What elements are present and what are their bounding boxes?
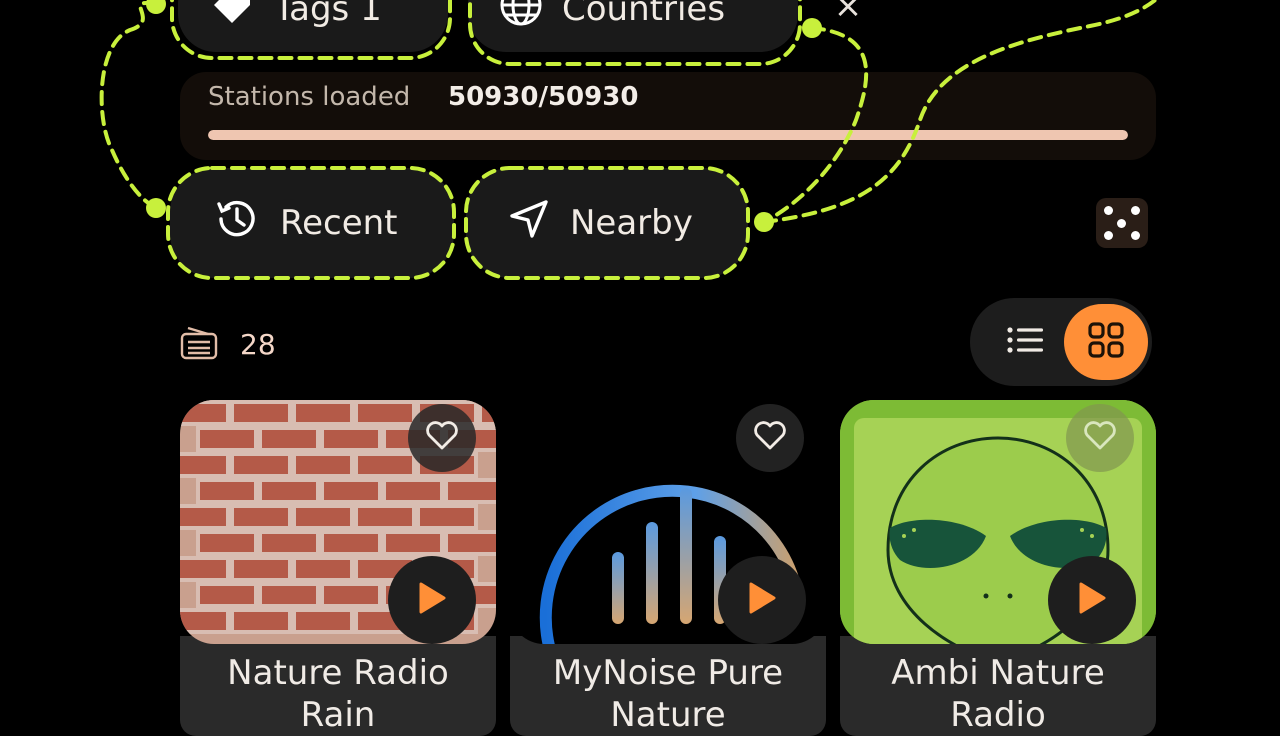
- play-icon: [1077, 581, 1107, 619]
- list-view-icon: [1006, 325, 1044, 359]
- progress-fill: [208, 130, 1128, 140]
- station-name: Nature Radio Rain: [227, 653, 449, 735]
- heart-icon: [425, 421, 459, 455]
- favorite-button[interactable]: [1066, 404, 1134, 472]
- list-view-button[interactable]: [990, 308, 1060, 376]
- heart-icon: [1083, 421, 1117, 455]
- favorite-button[interactable]: [736, 404, 804, 472]
- station-card[interactable]: Ambi Nature Radio: [840, 400, 1156, 736]
- tags-filter-chip[interactable]: Tags 1: [178, 0, 448, 52]
- recent-label: Recent: [280, 203, 398, 243]
- random-station-button[interactable]: [1096, 198, 1148, 248]
- heart-icon: [753, 421, 787, 455]
- station-name: MyNoise Pure Nature: [552, 653, 784, 735]
- clear-filters-button[interactable]: ×: [830, 0, 866, 24]
- stations-loaded-progress: [208, 130, 1128, 140]
- favorite-button[interactable]: [408, 404, 476, 472]
- radio-icon: [180, 326, 218, 364]
- play-button[interactable]: [718, 556, 806, 644]
- history-icon: [212, 194, 262, 253]
- countries-filter-chip[interactable]: Countries: [468, 0, 798, 52]
- countries-filter-label: Countries: [562, 0, 726, 29]
- grid-view-icon: [1087, 321, 1125, 363]
- play-button[interactable]: [1048, 556, 1136, 644]
- play-button[interactable]: [388, 556, 476, 644]
- globe-icon: [498, 0, 544, 37]
- play-icon: [747, 581, 777, 619]
- navigation-arrow-icon: [506, 196, 552, 251]
- stations-loaded-value: 50930/50930: [448, 82, 639, 112]
- nearby-button[interactable]: Nearby: [466, 168, 748, 278]
- recent-button[interactable]: Recent: [170, 168, 454, 278]
- play-icon: [417, 581, 447, 619]
- grid-view-button[interactable]: [1064, 304, 1148, 380]
- station-name: Ambi Nature Radio: [891, 653, 1105, 735]
- station-count: 28: [240, 328, 276, 361]
- nearby-label: Nearby: [570, 203, 693, 243]
- station-card[interactable]: MyNoise Pure Nature: [510, 400, 826, 736]
- tags-filter-label: Tags 1: [274, 0, 382, 29]
- view-mode-toggle: [970, 298, 1152, 386]
- tag-icon: [208, 0, 256, 38]
- close-icon: ×: [833, 0, 863, 26]
- station-card[interactable]: Nature Radio Rain: [180, 400, 496, 736]
- stations-loaded-label: Stations loaded: [208, 82, 411, 112]
- stations-loaded-panel: Stations loaded 50930/50930: [180, 72, 1156, 160]
